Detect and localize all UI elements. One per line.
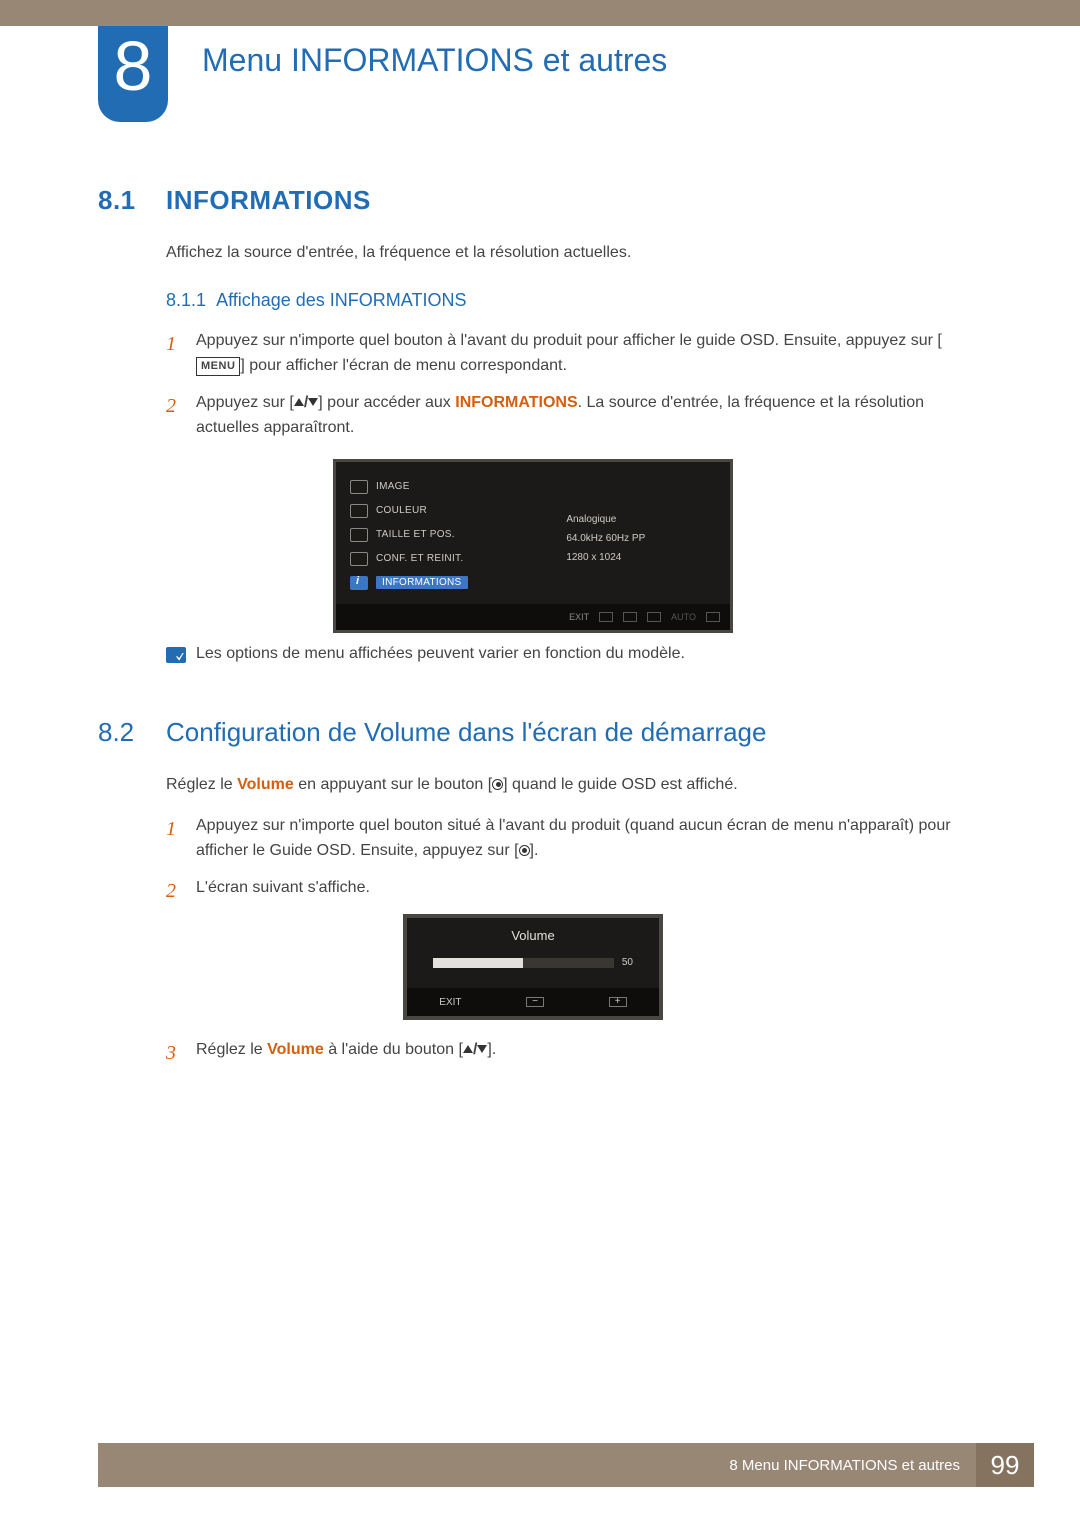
step-number: 2: [166, 391, 176, 422]
footer-text: 8 Menu INFORMATIONS et autres: [729, 1457, 960, 1474]
steps-8-1-1: 1 Appuyez sur n'importe quel bouton à l'…: [166, 329, 968, 440]
osd-item-couleur: COULEUR: [350, 500, 540, 522]
osd-info-panel: Analogique 64.0kHz 60Hz PP 1280 x 1024: [540, 476, 716, 596]
osd-item-conf: CONF. ET REINIT.: [350, 548, 540, 570]
step-2: 2 L'écran suivant s'affiche.: [166, 876, 968, 901]
step-2: 2 Appuyez sur [/] pour accéder aux INFOR…: [166, 391, 968, 441]
note-text: Les options de menu affichées peuvent va…: [196, 645, 685, 662]
osd-info-source: Analogique: [566, 510, 716, 529]
page-footer: 8 Menu INFORMATIONS et autres 99: [98, 1443, 1034, 1487]
section-title: INFORMATIONS: [166, 185, 371, 215]
step-1: 1 Appuyez sur n'importe quel bouton situ…: [166, 814, 968, 864]
osd-footer: EXIT AUTO: [336, 604, 730, 630]
osd-item-image: IMAGE: [350, 476, 540, 498]
osd-item-taille: TAILLE ET POS.: [350, 524, 540, 546]
osd-menu-list: IMAGE COULEUR TAILLE ET POS. CONF. ET RE…: [350, 476, 540, 596]
step-number: 1: [166, 814, 176, 845]
info-icon: [350, 576, 368, 590]
volume-footer: EXIT − +: [407, 988, 659, 1016]
volume-value: 50: [622, 957, 633, 968]
volume-bar: 50: [407, 957, 659, 988]
volume-exit-label: EXIT: [439, 997, 461, 1008]
steps-8-2: 1 Appuyez sur n'importe quel bouton situ…: [166, 814, 968, 900]
osd-info-freq: 64.0kHz 60Hz PP: [566, 529, 716, 548]
step-number: 1: [166, 329, 176, 360]
circle-button-icon: [519, 845, 530, 856]
menu-button-label: MENU: [196, 357, 240, 376]
volume-minus-icon: −: [526, 997, 544, 1007]
step-text: Appuyez sur n'importe quel bouton à l'av…: [196, 332, 942, 349]
step-text: ] pour afficher l'écran de menu correspo…: [240, 357, 567, 374]
step-3: 3 Réglez le Volume à l'aide du bouton [/…: [166, 1038, 968, 1063]
volume-plus-icon: +: [609, 997, 627, 1007]
note: Les options de menu affichées peuvent va…: [166, 645, 968, 663]
subsection-title: Affichage des INFORMATIONS: [216, 290, 466, 310]
keyword-volume: Volume: [267, 1041, 324, 1058]
osd-exit-label: EXIT: [569, 612, 589, 622]
volume-osd-screenshot: Volume 50 EXIT − +: [403, 914, 663, 1020]
circle-button-icon: [492, 779, 503, 790]
down-arrow-icon: [308, 398, 318, 406]
volume-fill: [433, 958, 523, 968]
gear-icon: [350, 552, 368, 566]
image-icon: [350, 480, 368, 494]
osd-info-res: 1280 x 1024: [566, 548, 716, 567]
footer-bar: 8 Menu INFORMATIONS et autres: [98, 1443, 976, 1487]
step-1: 1 Appuyez sur n'importe quel bouton à l'…: [166, 329, 968, 379]
up-arrow-icon: [463, 1045, 473, 1053]
keyword-volume: Volume: [237, 776, 294, 793]
section-8-1-intro: Affichez la source d'entrée, la fréquenc…: [166, 242, 968, 264]
subsection-number: 8.1.1: [166, 290, 206, 310]
chapter-number-tab: 8: [98, 26, 168, 122]
step-number: 2: [166, 876, 176, 907]
step-number: 3: [166, 1038, 176, 1069]
steps-8-2-cont: 3 Réglez le Volume à l'aide du bouton [/…: [166, 1038, 968, 1063]
top-bar: [0, 0, 1080, 26]
osd-down-icon: [599, 612, 613, 622]
color-icon: [350, 504, 368, 518]
note-icon: [166, 647, 186, 663]
step-text: Appuyez sur [: [196, 394, 294, 411]
osd-auto-label: AUTO: [671, 612, 696, 622]
size-icon: [350, 528, 368, 542]
chapter-title: Menu INFORMATIONS et autres: [202, 42, 667, 79]
osd-item-informations-selected: INFORMATIONS: [350, 572, 540, 594]
down-arrow-icon: [477, 1045, 487, 1053]
osd-up-icon: [623, 612, 637, 622]
step-text: ] pour accéder aux: [318, 394, 455, 411]
section-number: 8.1: [98, 185, 166, 216]
up-arrow-icon: [294, 398, 304, 406]
section-title: Configuration de Volume dans l'écran de …: [166, 717, 766, 747]
osd-power-icon: [706, 612, 720, 622]
volume-title: Volume: [407, 918, 659, 957]
page-content: 8.1INFORMATIONS Affichez la source d'ent…: [98, 185, 968, 1075]
section-8-2-intro: Réglez le Volume en appuyant sur le bout…: [166, 774, 968, 796]
subsection-8-1-1-heading: 8.1.1 Affichage des INFORMATIONS: [166, 290, 968, 311]
page-number: 99: [976, 1443, 1034, 1487]
section-number: 8.2: [98, 717, 166, 748]
osd-screenshot: IMAGE COULEUR TAILLE ET POS. CONF. ET RE…: [333, 459, 733, 633]
keyword-informations: INFORMATIONS: [455, 394, 577, 411]
osd-enter-icon: [647, 612, 661, 622]
section-8-1-heading: 8.1INFORMATIONS: [98, 185, 968, 216]
section-8-2-heading: 8.2Configuration de Volume dans l'écran …: [98, 717, 968, 748]
